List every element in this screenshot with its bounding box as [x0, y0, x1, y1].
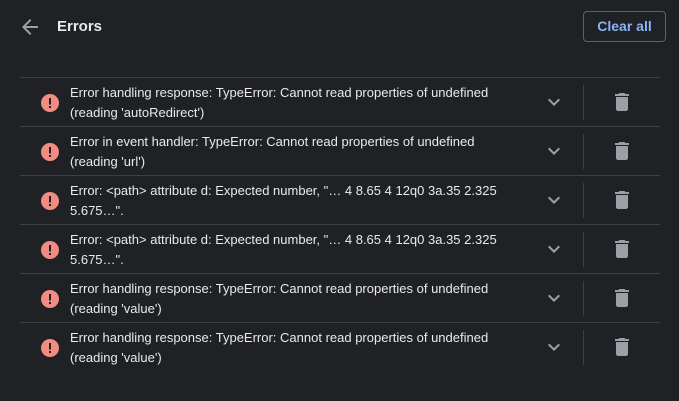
divider — [583, 134, 584, 169]
delete-button[interactable] — [610, 90, 634, 114]
error-row: Error: <path> attribute d: Expected numb… — [20, 175, 660, 224]
error-message-line-2: (reading 'value') — [70, 301, 162, 316]
error-row: Error handling response: TypeError: Cann… — [20, 273, 660, 322]
delete-button[interactable] — [610, 286, 634, 310]
divider — [583, 232, 584, 267]
error-message-line-2: 5.675…". — [70, 203, 124, 218]
error-icon — [41, 143, 59, 161]
trash-icon — [615, 142, 629, 160]
delete-button[interactable] — [610, 335, 634, 359]
error-message[interactable]: Error: <path> attribute d: Expected numb… — [70, 230, 510, 270]
expand-button[interactable] — [542, 286, 566, 310]
chevron-down-icon — [548, 343, 560, 351]
divider — [583, 183, 584, 218]
trash-icon — [615, 240, 629, 258]
error-message-line-2: (reading 'value') — [70, 350, 162, 365]
trash-icon — [615, 289, 629, 307]
extension-errors-page: Errors Clear all Error handling response… — [0, 0, 679, 401]
trash-icon — [615, 338, 629, 356]
trash-icon — [615, 191, 629, 209]
error-message-line-1: Error in event handler: TypeError: Canno… — [70, 134, 475, 149]
delete-button[interactable] — [610, 139, 634, 163]
error-message[interactable]: Error handling response: TypeError: Cann… — [70, 279, 510, 319]
error-row: Error in event handler: TypeError: Canno… — [20, 126, 660, 175]
error-message-line-1: Error: <path> attribute d: Expected numb… — [70, 232, 497, 247]
chevron-down-icon — [548, 196, 560, 204]
error-message[interactable]: Error: <path> attribute d: Expected numb… — [70, 181, 510, 221]
error-message[interactable]: Error in event handler: TypeError: Canno… — [70, 132, 510, 172]
error-message-line-1: Error handling response: TypeError: Cann… — [70, 281, 489, 296]
chevron-down-icon — [548, 98, 560, 106]
divider — [583, 330, 584, 365]
error-message[interactable]: Error handling response: TypeError: Cann… — [70, 83, 510, 123]
expand-button[interactable] — [542, 139, 566, 163]
error-list: Error handling response: TypeError: Cann… — [20, 77, 660, 371]
clear-all-button[interactable]: Clear all — [583, 11, 666, 42]
error-icon — [41, 192, 59, 210]
expand-button[interactable] — [542, 90, 566, 114]
error-message-line-1: Error handling response: TypeError: Cann… — [70, 85, 489, 100]
chevron-down-icon — [548, 147, 560, 155]
error-message[interactable]: Error handling response: TypeError: Cann… — [70, 328, 510, 368]
error-message-line-2: 5.675…". — [70, 252, 124, 267]
page-title: Errors — [57, 18, 103, 35]
error-message-line-2: (reading 'url') — [70, 154, 146, 169]
delete-button[interactable] — [610, 237, 634, 261]
trash-icon — [615, 93, 629, 111]
error-row: Error handling response: TypeError: Cann… — [20, 322, 660, 371]
error-message-line-2: (reading 'autoRedirect') — [70, 105, 205, 120]
divider — [583, 281, 584, 316]
divider — [583, 85, 584, 120]
error-icon — [41, 290, 59, 308]
error-icon — [41, 94, 59, 112]
error-icon — [41, 241, 59, 259]
chevron-down-icon — [548, 294, 560, 302]
header: Errors Clear all — [0, 0, 679, 56]
error-row: Error handling response: TypeError: Cann… — [20, 77, 660, 126]
error-row: Error: <path> attribute d: Expected numb… — [20, 224, 660, 273]
error-icon — [41, 339, 59, 357]
expand-button[interactable] — [542, 237, 566, 261]
error-message-line-1: Error handling response: TypeError: Cann… — [70, 330, 489, 345]
arrow-back-icon — [22, 19, 38, 35]
chevron-down-icon — [548, 245, 560, 253]
delete-button[interactable] — [610, 188, 634, 212]
error-message-line-1: Error: <path> attribute d: Expected numb… — [70, 183, 497, 198]
expand-button[interactable] — [542, 188, 566, 212]
back-button[interactable] — [18, 15, 42, 39]
expand-button[interactable] — [542, 335, 566, 359]
